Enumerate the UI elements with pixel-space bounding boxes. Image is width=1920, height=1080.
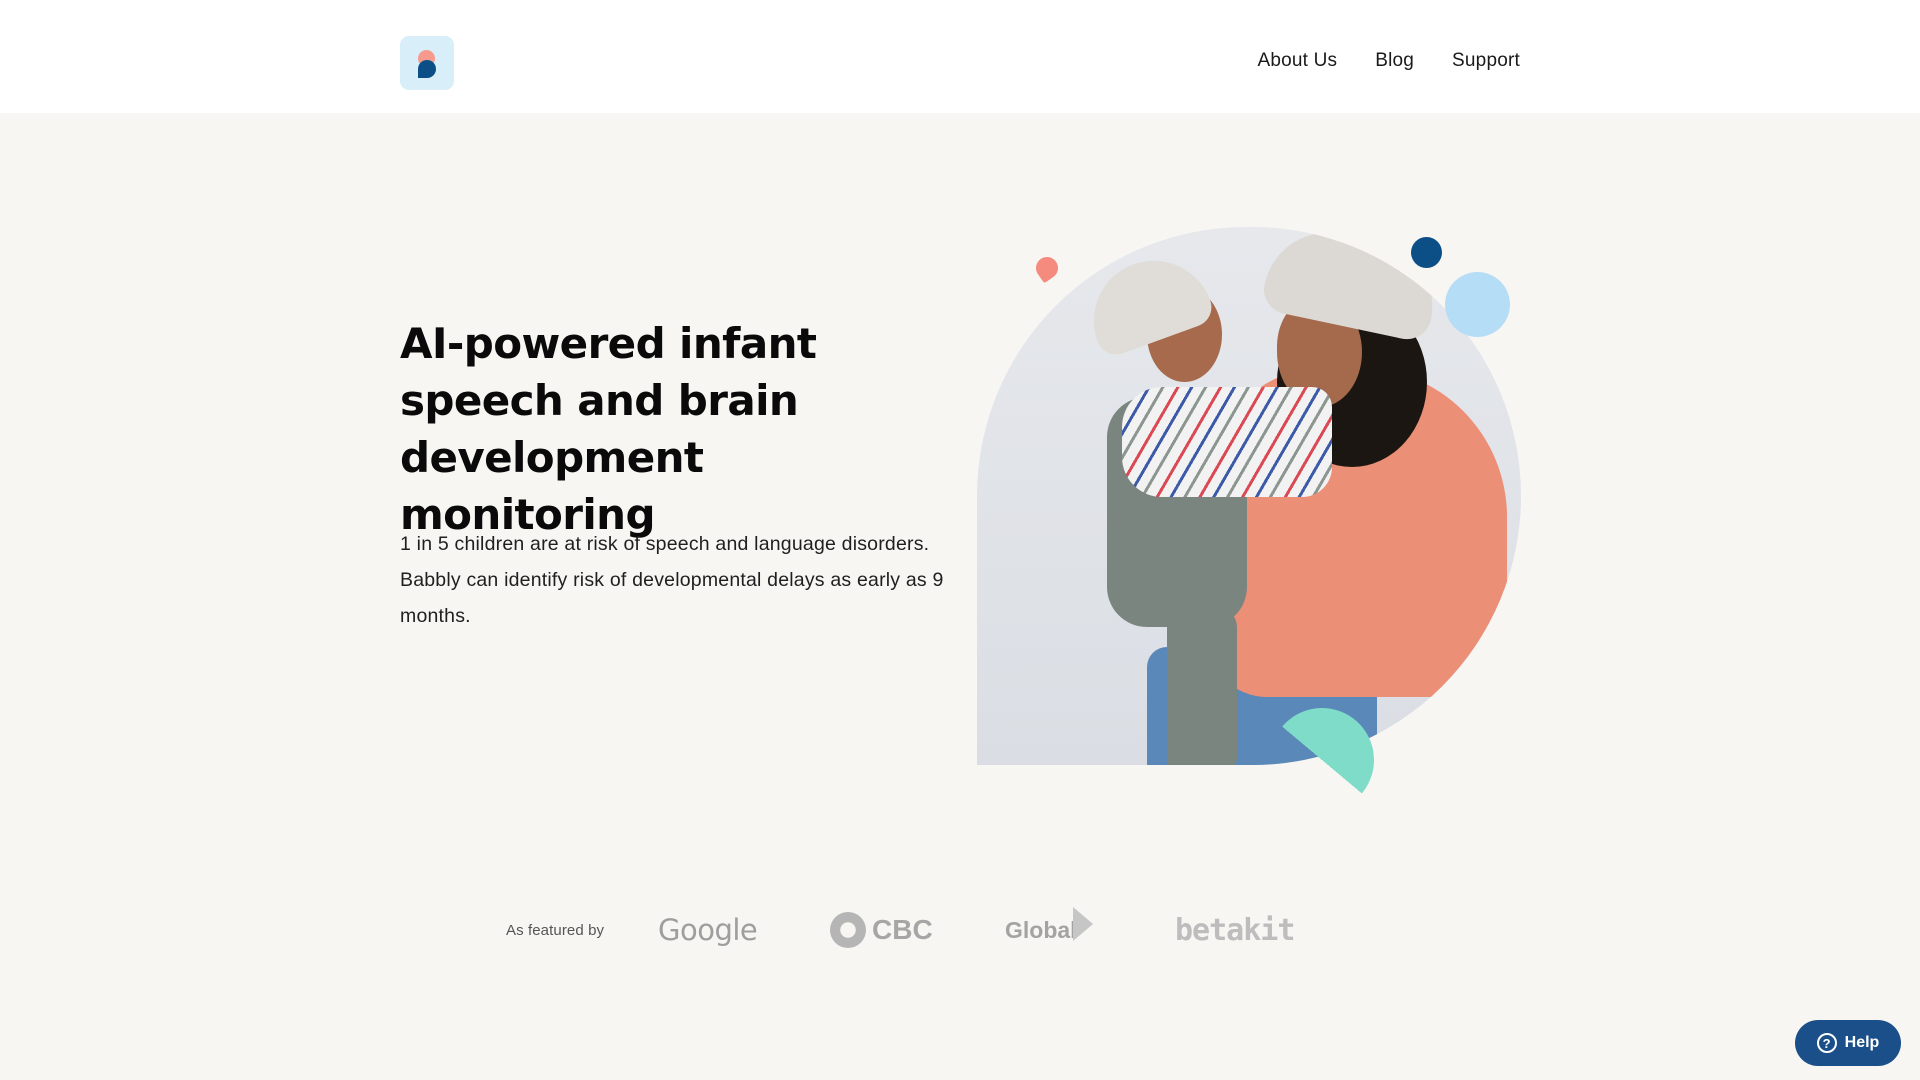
hero-description: 1 in 5 children are at risk of speech an… — [400, 533, 944, 627]
photo-baby-striped-shirt — [1122, 387, 1332, 497]
global-arrow-icon — [1072, 907, 1093, 941]
decor-navy-dot — [1411, 237, 1442, 268]
photo-baby-legs — [1167, 607, 1237, 765]
site-header: About Us Blog Support — [0, 0, 1920, 113]
global-logo: Global — [1005, 907, 1175, 944]
decor-sky-circle — [1445, 272, 1510, 337]
hero-image — [977, 227, 1521, 765]
featured-by-strip: As featured by Google CBC Global betakit — [506, 902, 1295, 958]
babbly-logo[interactable] — [400, 36, 454, 90]
betakit-logo: betakit — [1175, 912, 1295, 948]
cbc-gem-icon — [830, 912, 866, 948]
hero-title: AI-powered infant speech and brain devel… — [400, 319, 817, 539]
help-label: Help — [1844, 1034, 1880, 1051]
cbc-wordmark: CBC — [872, 914, 933, 945]
google-logo: Google — [658, 913, 758, 947]
cbc-logo: CBC — [830, 912, 1005, 948]
hero-photo — [977, 227, 1521, 765]
nav-about-us[interactable]: About Us — [1257, 50, 1337, 72]
logo-navy-shape — [418, 60, 436, 78]
global-wordmark: Global — [1005, 916, 1077, 943]
nav-blog[interactable]: Blog — [1375, 50, 1414, 72]
help-button[interactable]: ? Help — [1795, 1020, 1901, 1066]
nav-support[interactable]: Support — [1452, 50, 1520, 72]
main-nav: About Us Blog Support — [1257, 50, 1520, 72]
question-circle-icon: ? — [1816, 1033, 1837, 1053]
featured-label: As featured by — [506, 921, 605, 939]
